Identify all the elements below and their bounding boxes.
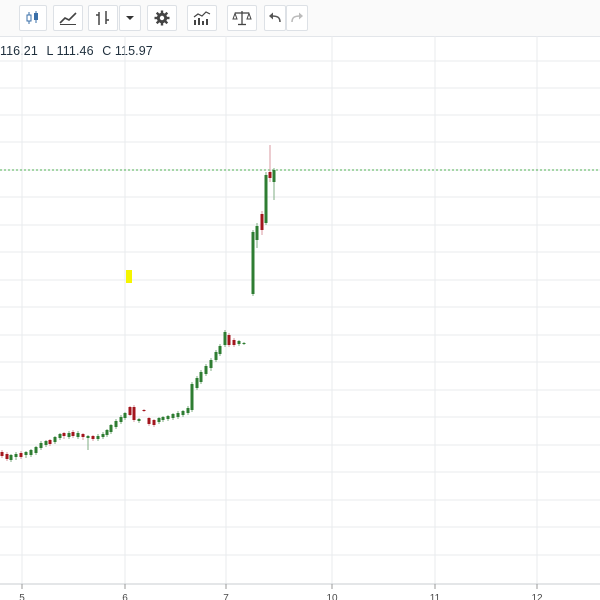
chevron-down-icon <box>126 16 134 20</box>
candle-body <box>86 436 90 438</box>
candle-body <box>123 413 127 418</box>
candle-body <box>71 432 75 436</box>
candle-body <box>0 452 4 456</box>
candle-body <box>255 226 259 240</box>
candlestick-icon <box>26 11 38 24</box>
candle-body <box>218 346 222 354</box>
candle-body <box>62 433 66 436</box>
candle-body <box>44 441 48 445</box>
candle-body <box>137 419 141 421</box>
redo-button[interactable] <box>286 5 308 31</box>
candle-body <box>260 214 264 230</box>
candle-body <box>96 436 100 439</box>
candle-body <box>251 232 255 294</box>
candle-body <box>190 384 194 410</box>
volume-button[interactable] <box>187 5 217 31</box>
candle-body <box>39 443 43 448</box>
candle-body <box>223 332 227 345</box>
x-tick-label: 5 <box>19 593 25 600</box>
candle-body <box>114 421 118 427</box>
bar-chart-icon <box>193 11 211 25</box>
candle-body <box>161 417 165 420</box>
candle-body <box>181 411 185 415</box>
candle-body <box>119 417 123 422</box>
compare-scale-button[interactable] <box>227 5 257 31</box>
candle-body <box>91 436 95 439</box>
candle-body <box>9 455 13 460</box>
candle-body <box>109 425 113 432</box>
candle-body <box>132 407 136 420</box>
candle-body <box>81 434 85 437</box>
candle-body <box>76 433 80 437</box>
indicator-icon <box>96 11 109 25</box>
undo-button[interactable] <box>264 5 286 31</box>
candle-body <box>209 360 213 368</box>
candle-body <box>105 430 109 435</box>
x-tick-label: 11 <box>430 593 441 600</box>
gear-icon <box>154 10 170 26</box>
candle-body <box>147 418 151 424</box>
x-tick-label: 10 <box>326 593 338 600</box>
redo-icon <box>291 12 303 23</box>
candles-style-button[interactable] <box>19 5 47 31</box>
candle-body <box>186 408 190 413</box>
candle-body <box>176 413 180 417</box>
indicators-button[interactable] <box>88 5 118 31</box>
candle-body <box>19 453 23 457</box>
candle-body <box>101 434 105 437</box>
indicators-dropdown-button[interactable] <box>119 5 141 31</box>
x-tick-label: 6 <box>122 593 128 600</box>
candle-body <box>268 172 272 178</box>
yellow-marker <box>126 270 132 283</box>
candle-body <box>237 341 241 344</box>
line-chart-icon <box>59 12 77 25</box>
compare-button[interactable] <box>53 5 83 31</box>
candle-body <box>227 335 231 345</box>
candle-body <box>272 170 276 182</box>
candle-body <box>34 447 38 453</box>
candle-body <box>128 407 132 415</box>
candle-body <box>204 366 208 374</box>
candle-body <box>199 372 203 382</box>
candle-body <box>242 343 246 344</box>
candle-body <box>48 440 52 444</box>
scale-icon <box>232 11 252 26</box>
candle-body <box>53 437 57 442</box>
chart-toolbar <box>0 0 600 37</box>
candle-body <box>14 454 18 457</box>
candle-body <box>195 378 199 388</box>
candle-body <box>166 416 170 419</box>
x-tick-label: 12 <box>531 593 543 600</box>
undo-icon <box>269 12 281 23</box>
candle-body <box>5 454 9 459</box>
candle-body <box>142 410 146 411</box>
candle-body <box>67 433 71 437</box>
candle-body <box>232 340 236 345</box>
candle-body <box>152 420 156 425</box>
candle-body <box>58 434 62 438</box>
settings-button[interactable] <box>147 5 177 31</box>
candle-body <box>24 452 28 455</box>
candle-body <box>157 418 161 422</box>
candle-body <box>264 175 268 223</box>
candle-body <box>214 352 218 360</box>
candle-body <box>29 450 33 455</box>
x-tick-label: 7 <box>223 593 229 600</box>
candle-body <box>171 414 175 418</box>
price-chart[interactable]: 5 6 7 10 11 12 <box>0 36 600 600</box>
